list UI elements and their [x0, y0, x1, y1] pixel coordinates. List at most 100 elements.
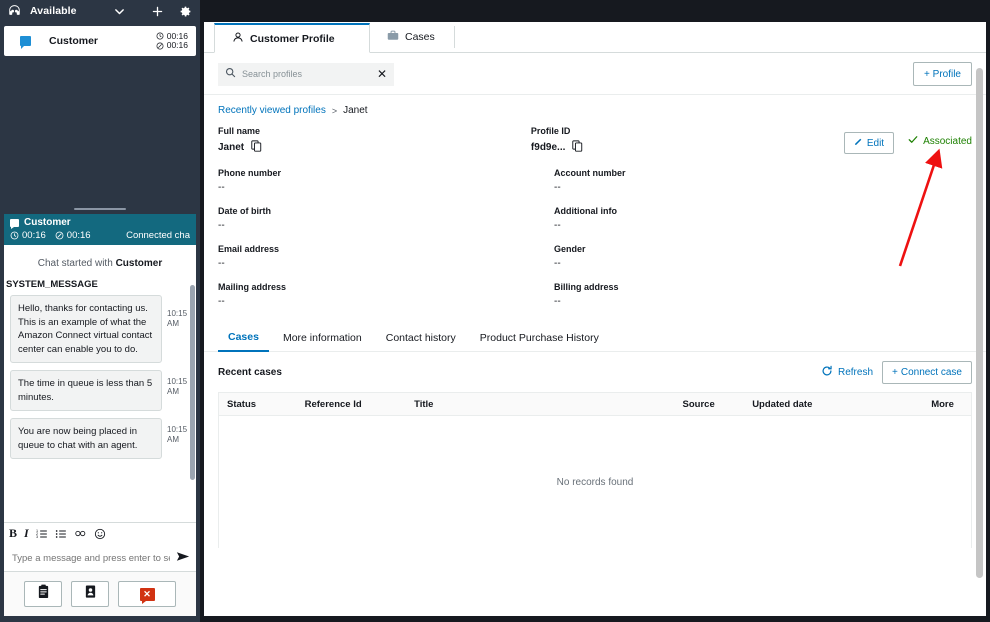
- quick-responses-button[interactable]: [24, 581, 62, 607]
- tab-customer-profile[interactable]: Customer Profile: [214, 23, 370, 53]
- plus-icon[interactable]: [149, 3, 165, 19]
- chat-message: The time in queue is less than 5 minutes…: [10, 370, 190, 411]
- total-timer-value: 00:16: [167, 41, 188, 51]
- field-label: Additional info: [554, 206, 890, 216]
- edit-profile-button[interactable]: Edit: [844, 132, 894, 154]
- field-label: Billing address: [554, 282, 890, 292]
- chat-header-title: Customer: [10, 217, 190, 228]
- italic-button[interactable]: I: [24, 526, 29, 541]
- tab-cases[interactable]: Cases: [370, 22, 452, 52]
- column-header-status[interactable]: Status: [219, 399, 297, 410]
- add-profile-button[interactable]: + Profile: [913, 62, 972, 86]
- svg-text:3: 3: [36, 535, 38, 539]
- field-label: Account number: [554, 168, 890, 178]
- profile-field-phone-number: Phone number --: [218, 168, 554, 193]
- chat-transcript[interactable]: Chat started with Customer SYSTEM_MESSAG…: [4, 245, 196, 522]
- chat-message: You are now being placed in queue to cha…: [10, 418, 190, 459]
- breadcrumb-link[interactable]: Recently viewed profiles: [218, 105, 326, 116]
- status-badge: Associated: [908, 132, 972, 147]
- column-header-source[interactable]: Source: [675, 399, 745, 410]
- resize-grip-icon: [74, 208, 126, 210]
- chat-format-toolbar: B I 123: [4, 522, 196, 544]
- contact-control-panel: Available Customer 0: [0, 0, 200, 622]
- field-label: Full name: [218, 126, 531, 136]
- breadcrumb-current: Janet: [343, 105, 367, 116]
- end-chat-icon: ✕: [140, 588, 155, 601]
- copy-icon[interactable]: [572, 140, 583, 155]
- link-icon[interactable]: [74, 527, 87, 540]
- bullet-list-icon[interactable]: [55, 528, 67, 540]
- field-value: --: [554, 258, 890, 269]
- person-icon: [232, 31, 244, 46]
- customer-profile-panel: Customer Profile Cases Search profiles ✕: [204, 22, 986, 616]
- sub-tab-bar: Cases More information Contact history P…: [204, 325, 986, 352]
- chat-started-prefix: Chat started with: [38, 258, 113, 269]
- refresh-button[interactable]: Refresh: [821, 365, 873, 380]
- ordered-list-icon[interactable]: 123: [36, 528, 48, 540]
- chevron-down-icon[interactable]: [111, 3, 127, 19]
- app-top-bar: [200, 0, 990, 22]
- sub-tab-more-information[interactable]: More information: [273, 326, 372, 351]
- contact-list-item[interactable]: Customer 00:16 00:16: [4, 26, 196, 56]
- profile-field-profile-id: Profile ID f9d9e...: [531, 126, 844, 155]
- column-header-reference-id[interactable]: Reference Id: [297, 399, 406, 410]
- search-input[interactable]: Search profiles ✕: [218, 63, 394, 86]
- search-icon: [225, 65, 236, 83]
- chat-connected-timer-value: 00:16: [22, 230, 46, 241]
- profile-field-gender: Gender --: [554, 244, 890, 269]
- field-label: Gender: [554, 244, 890, 254]
- tab-label: Cases: [405, 31, 435, 43]
- profile-field-email-address: Email address --: [218, 244, 554, 269]
- gear-icon[interactable]: [177, 3, 193, 19]
- chat-message-input[interactable]: [10, 552, 172, 565]
- section-title: Recent cases: [218, 367, 282, 378]
- chat-message-time: 10:15 AM: [167, 425, 187, 445]
- application-root: Available Customer 0: [0, 0, 990, 622]
- close-icon[interactable]: ✕: [377, 68, 387, 80]
- field-label: Email address: [218, 244, 554, 254]
- connect-case-button[interactable]: + Connect case: [882, 361, 972, 384]
- tab-bar: Customer Profile Cases: [204, 22, 986, 53]
- briefcase-icon: [387, 30, 399, 44]
- ccp-empty-area: [0, 56, 200, 204]
- recent-cases-actions: Refresh + Connect case: [821, 361, 972, 384]
- column-header-title[interactable]: Title: [406, 399, 674, 410]
- chat-message-time: 10:15 AM: [167, 309, 187, 329]
- recent-cases-header: Recent cases Refresh + Connect case: [204, 352, 986, 392]
- profile-field-mailing-address: Mailing address --: [218, 282, 554, 307]
- field-value: --: [218, 296, 554, 307]
- send-icon[interactable]: [172, 551, 190, 565]
- status-label: Associated: [923, 136, 972, 147]
- field-value-wrap: Janet: [218, 140, 531, 155]
- sub-tab-contact-history[interactable]: Contact history: [376, 326, 466, 351]
- sub-tab-product-purchase-history[interactable]: Product Purchase History: [470, 326, 609, 351]
- end-chat-button[interactable]: ✕: [118, 581, 176, 607]
- sub-tab-cases[interactable]: Cases: [218, 325, 269, 352]
- contact-attributes-button[interactable]: [71, 581, 109, 607]
- field-value: --: [554, 220, 890, 231]
- column-header-more[interactable]: More: [923, 399, 971, 410]
- profile-row: Phone number -- Account number --: [218, 168, 972, 193]
- plus-icon: +: [892, 367, 898, 378]
- profile-field-additional-info: Additional info --: [554, 206, 890, 231]
- chat-message-time: 10:15 AM: [167, 377, 187, 397]
- bold-button[interactable]: B: [9, 526, 17, 541]
- chat-message-text: You are now being placed in queue to cha…: [10, 418, 162, 459]
- field-value-wrap: f9d9e...: [531, 140, 844, 155]
- chat-scrollbar[interactable]: [190, 285, 195, 480]
- cases-table: Status Reference Id Title Source Updated…: [218, 392, 972, 548]
- copy-icon[interactable]: [251, 140, 262, 155]
- profile-field-date-of-birth: Date of birth --: [218, 206, 554, 231]
- profile-row: Mailing address -- Billing address --: [218, 282, 972, 307]
- chat-action-buttons: ✕: [4, 571, 196, 616]
- ccp-status-bar: Available: [0, 0, 200, 22]
- column-header-updated-date[interactable]: Updated date: [744, 399, 923, 410]
- ccp-resize-handle[interactable]: [0, 204, 200, 214]
- chat-input-row[interactable]: [4, 544, 196, 571]
- main-scrollbar[interactable]: [976, 68, 983, 578]
- emoji-icon[interactable]: [94, 528, 106, 540]
- profile-row: Email address -- Gender --: [218, 244, 972, 269]
- profile-row: Date of birth -- Additional info --: [218, 206, 972, 231]
- chat-bubble-icon: [10, 219, 19, 227]
- breadcrumb: Recently viewed profiles > Janet: [204, 95, 986, 116]
